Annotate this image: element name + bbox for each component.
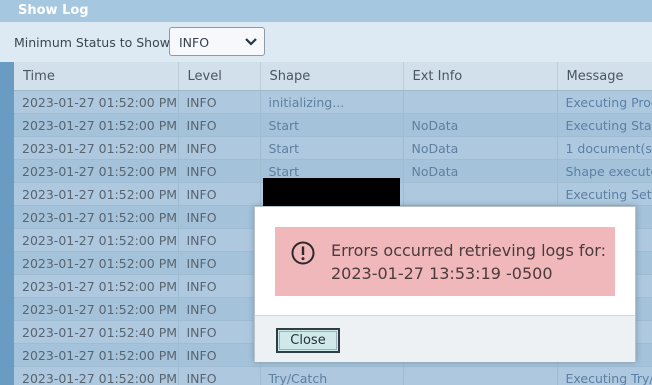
error-timestamp: 2023-01-27 13:53:19 -0500 xyxy=(331,264,553,283)
cell-time: 2023-01-27 01:52:00 PM xyxy=(14,182,179,206)
cell-level: INFO xyxy=(178,274,261,298)
minimum-status-value: INFO xyxy=(179,35,210,50)
filter-bar: Minimum Status to Show INFO xyxy=(0,22,652,62)
cell-shape: Start xyxy=(260,136,404,160)
cell-message: Executing Proc xyxy=(557,90,652,114)
cell-level: INFO xyxy=(178,343,261,367)
cell-ext-info xyxy=(403,366,558,385)
cell-level: INFO xyxy=(178,205,261,229)
cell-message: Shape execute xyxy=(557,159,652,183)
error-message: Errors occurred retrieving logs for: xyxy=(331,241,606,260)
cell-message: 1 document(s) xyxy=(557,136,652,160)
cell-ext-info xyxy=(403,182,558,206)
table-row[interactable]: 2023-01-27 01:52:00 PM INFO initializing..… xyxy=(14,90,652,114)
cell-time: 2023-01-27 01:52:40 PM xyxy=(14,320,179,344)
table-header-row: Time Level Shape Ext Info Message xyxy=(14,62,652,91)
column-header-shape[interactable]: Shape xyxy=(260,62,404,91)
cell-level: INFO xyxy=(178,320,261,344)
cell-level: INFO xyxy=(178,136,261,160)
cell-time: 2023-01-27 01:52:00 PM xyxy=(14,343,179,367)
cell-time: 2023-01-27 01:52:00 PM xyxy=(14,274,179,298)
cell-level: INFO xyxy=(178,90,261,114)
cell-time: 2023-01-27 01:52:00 PM xyxy=(14,90,179,114)
cell-level: INFO xyxy=(178,297,261,321)
cell-time: 2023-01-27 01:52:00 PM xyxy=(14,297,179,321)
cell-ext-info: NoData xyxy=(403,159,558,183)
column-header-time[interactable]: Time xyxy=(14,62,179,91)
cell-level: INFO xyxy=(178,228,261,252)
chevron-down-icon xyxy=(245,38,257,46)
cell-time: 2023-01-27 01:52:00 PM xyxy=(14,251,179,275)
minimum-status-select[interactable]: INFO xyxy=(169,27,265,56)
cell-time: 2023-01-27 01:52:00 PM xyxy=(14,205,179,229)
table-row[interactable]: 2023-01-27 01:52:00 PM INFO Start NoData 1 d… xyxy=(14,136,652,160)
exclamation-circle-icon xyxy=(291,241,315,265)
cell-level: INFO xyxy=(178,251,261,275)
cell-time: 2023-01-27 01:52:00 PM xyxy=(14,159,179,183)
cell-ext-info xyxy=(403,90,558,114)
minimum-status-label: Minimum Status to Show xyxy=(14,35,170,50)
cell-level: INFO xyxy=(178,182,261,206)
cell-ext-info: NoData xyxy=(403,136,558,160)
cell-shape: Start xyxy=(260,113,404,137)
cell-message: Executing Star xyxy=(557,113,652,137)
cell-ext-info: NoData xyxy=(403,113,558,137)
column-header-ext-info[interactable]: Ext Info xyxy=(403,62,558,91)
cell-time: 2023-01-27 01:52:00 PM xyxy=(14,366,179,385)
cell-message: Executing Set P xyxy=(557,182,652,206)
cell-level: INFO xyxy=(178,366,261,385)
error-dialog: Errors occurred retrieving logs for: 202… xyxy=(254,206,636,362)
table-row[interactable]: 2023-01-27 01:52:00 PM INFO Try/Catch Execu… xyxy=(14,366,652,385)
column-header-level[interactable]: Level xyxy=(178,62,261,91)
cell-shape: initializing... xyxy=(260,90,404,114)
redacted-region xyxy=(263,178,400,208)
cell-shape: Try/Catch xyxy=(260,366,404,385)
cell-level: INFO xyxy=(178,113,261,137)
error-alert: Errors occurred retrieving logs for: 202… xyxy=(275,227,615,296)
cell-time: 2023-01-27 01:52:00 PM xyxy=(14,113,179,137)
cell-time: 2023-01-27 01:52:00 PM xyxy=(14,228,179,252)
window-title: Show Log xyxy=(0,0,652,22)
cell-time: 2023-01-27 01:52:00 PM xyxy=(14,136,179,160)
cell-level: INFO xyxy=(178,159,261,183)
column-header-message[interactable]: Message xyxy=(557,62,652,91)
close-button[interactable]: Close xyxy=(276,328,340,353)
table-row[interactable]: 2023-01-27 01:52:00 PM INFO Start NoData Exe… xyxy=(14,113,652,137)
cell-message: Executing Try/ xyxy=(557,366,652,385)
dialog-footer: Close xyxy=(255,315,635,362)
